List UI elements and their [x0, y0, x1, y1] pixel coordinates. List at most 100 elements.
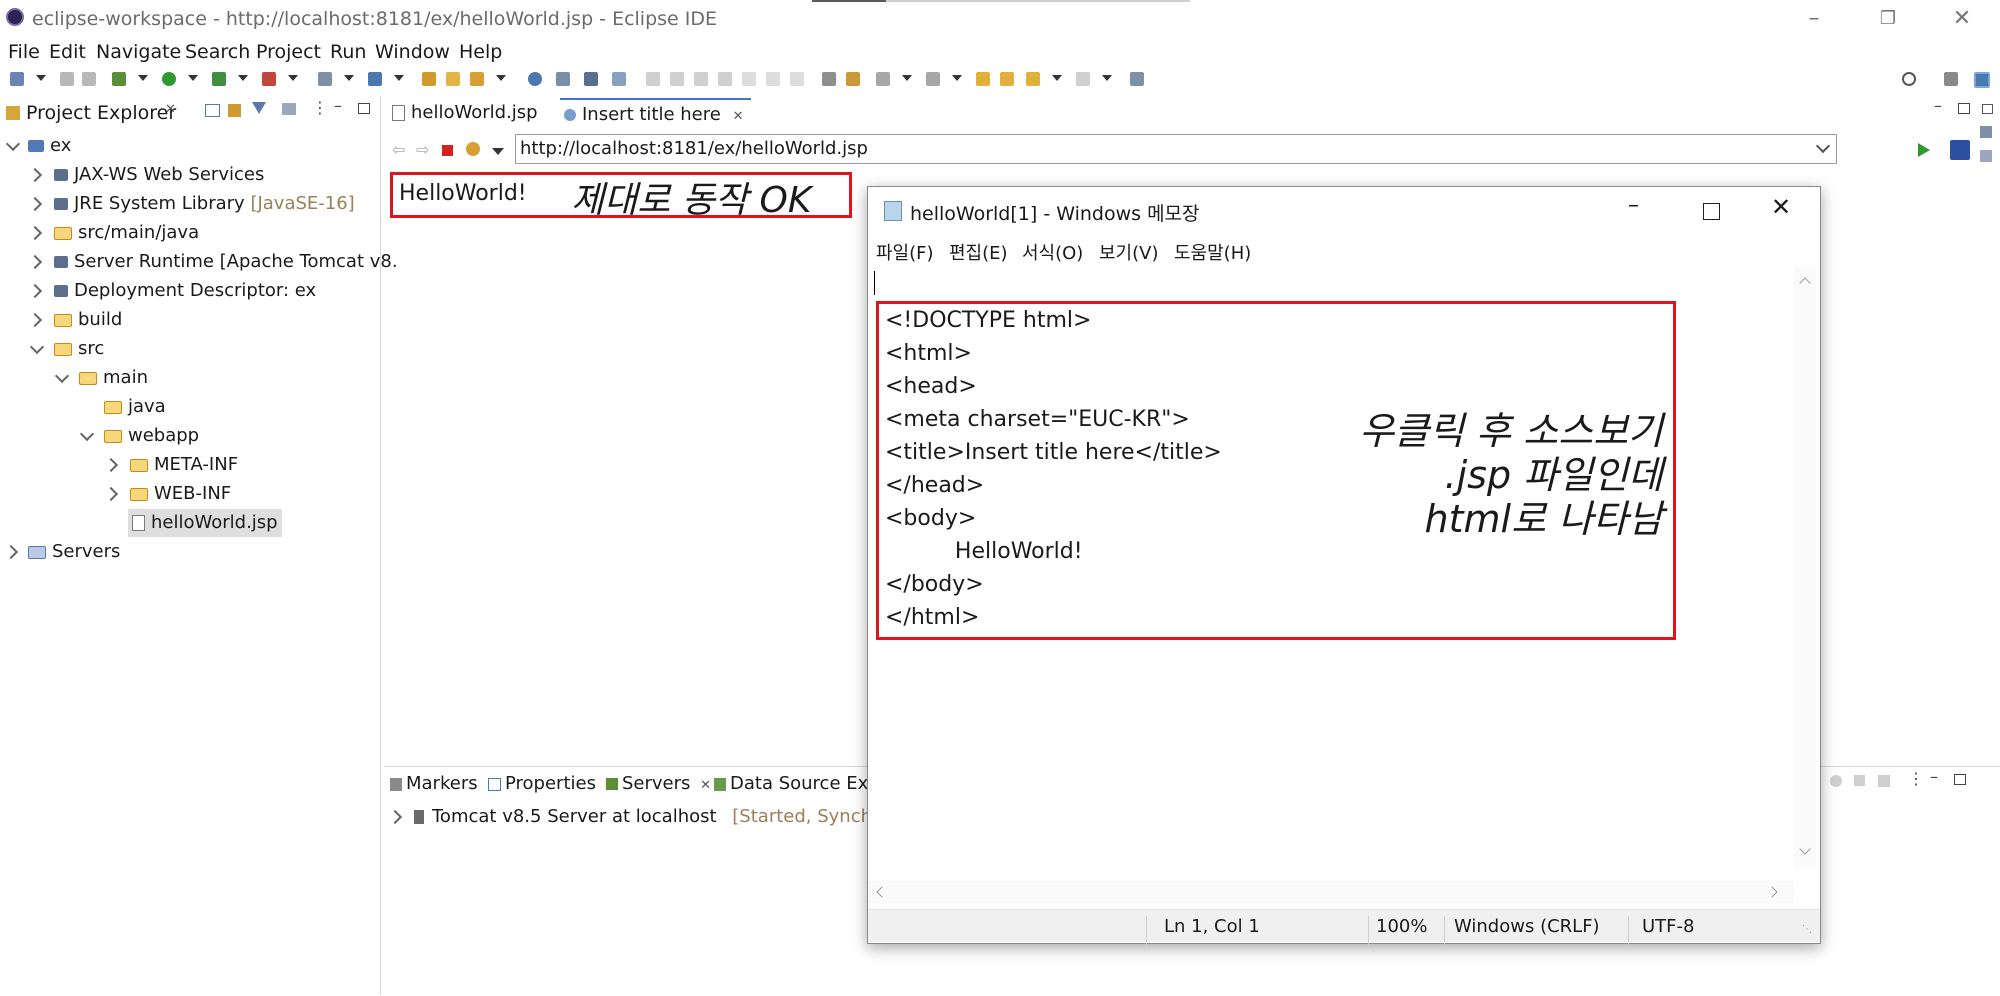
chevron-down-icon[interactable] [492, 148, 504, 155]
save-all-icon[interactable] [82, 72, 96, 86]
step-into-icon[interactable] [742, 72, 756, 86]
chevron-right-icon[interactable] [27, 312, 43, 328]
chevron-down-icon[interactable] [238, 75, 248, 81]
search-toolbar-icon[interactable] [612, 72, 626, 86]
pin-icon[interactable] [1130, 72, 1144, 86]
tools-icon[interactable] [556, 72, 570, 86]
disconnect-icon[interactable] [718, 72, 732, 86]
notepad-menu-format[interactable]: 서식(O) [1022, 239, 1083, 265]
chevron-down-icon[interactable] [36, 75, 46, 81]
coverage-icon[interactable] [212, 72, 226, 86]
chevron-right-icon[interactable] [27, 196, 43, 212]
close-button[interactable]: ✕ [1938, 4, 1986, 34]
chevron-down-icon[interactable] [188, 75, 198, 81]
back-icon[interactable] [1026, 72, 1040, 86]
menu-window[interactable]: Window [375, 41, 450, 63]
publish-icon[interactable] [1878, 775, 1890, 787]
tab-data-source-explorer[interactable]: Data Source Exp [714, 773, 880, 794]
collapse-all-icon[interactable] [205, 104, 220, 117]
open-folder-icon[interactable] [446, 72, 460, 86]
chevron-left-icon[interactable] [876, 886, 888, 898]
more-vertical-icon[interactable]: ⋮ [312, 98, 328, 117]
outline-icon[interactable] [1980, 126, 1992, 138]
menu-search[interactable]: Search [185, 41, 250, 63]
chevron-right-icon[interactable] [3, 544, 19, 560]
minimize-view-icon[interactable]: – [1930, 767, 1938, 786]
tab-markers[interactable]: Markers [390, 773, 478, 794]
forward-icon[interactable]: ⇨ [416, 140, 429, 159]
chevron-right-icon[interactable] [103, 486, 119, 502]
prev-annotation-icon[interactable] [926, 72, 940, 86]
restore-icon[interactable] [1982, 104, 1993, 114]
chevron-down-icon[interactable] [54, 368, 70, 384]
chevron-right-icon[interactable] [1766, 886, 1778, 898]
stop-server-icon[interactable] [1854, 775, 1865, 786]
task-icon[interactable] [822, 72, 836, 86]
chevron-down-icon[interactable] [1102, 75, 1112, 81]
chevron-down-icon[interactable] [1815, 138, 1831, 154]
chevron-right-icon[interactable] [27, 167, 43, 183]
vertical-scrollbar[interactable] [1794, 267, 1816, 867]
notepad-minimize-button[interactable]: – [1628, 193, 1639, 218]
menu-project[interactable]: Project [256, 41, 321, 63]
chevron-down-icon[interactable] [29, 339, 45, 355]
project-explorer-tab[interactable]: Project Explorer ✕ [0, 98, 186, 128]
menu-run[interactable]: Run [330, 41, 366, 63]
chevron-down-icon[interactable] [288, 75, 298, 81]
menu-edit[interactable]: Edit [49, 41, 86, 63]
run-icon[interactable] [162, 72, 176, 86]
java-ee-perspective-icon[interactable] [1974, 72, 1990, 88]
view-menu-icon[interactable] [282, 103, 296, 115]
annotation-icon[interactable] [846, 72, 860, 86]
back-arrow-icon[interactable] [1000, 72, 1014, 86]
launch-icon[interactable] [470, 72, 484, 86]
open-perspective-icon[interactable] [1944, 72, 1958, 86]
restore-button[interactable]: ❐ [1864, 4, 1912, 34]
chevron-down-icon[interactable] [496, 75, 506, 81]
menu-file[interactable]: File [8, 41, 40, 63]
notepad-close-button[interactable]: ✕ [1771, 193, 1791, 221]
step-return-icon[interactable] [790, 72, 804, 86]
notepad-maximize-button[interactable] [1703, 203, 1720, 220]
terminate-icon[interactable] [694, 72, 708, 86]
chevron-down-icon[interactable] [952, 75, 962, 81]
link-editor-icon[interactable] [228, 104, 241, 117]
start-server-icon[interactable] [1830, 775, 1842, 787]
more-vertical-icon[interactable]: ⋮ [1908, 769, 1924, 788]
chevron-up-icon[interactable] [1799, 277, 1811, 289]
tab-servers[interactable]: Servers ✕ [606, 773, 711, 794]
notepad-menu-edit[interactable]: 편집(E) [949, 239, 1008, 265]
chevron-down-icon[interactable] [344, 75, 354, 81]
menu-help[interactable]: Help [459, 41, 502, 63]
globe-icon[interactable] [528, 72, 542, 86]
horizontal-scrollbar[interactable] [868, 881, 1794, 903]
minimize-view-icon[interactable]: – [334, 96, 342, 115]
maximize-view-icon[interactable] [358, 103, 370, 114]
open-type-icon[interactable] [422, 72, 436, 86]
resume-icon[interactable] [646, 72, 660, 86]
refresh-icon[interactable] [466, 142, 480, 156]
task-list-icon[interactable] [1980, 150, 1992, 162]
chevron-right-icon[interactable] [27, 254, 43, 270]
last-edit-icon[interactable] [976, 72, 990, 86]
url-input[interactable]: http://localhost:8181/ex/helloWorld.jsp [515, 134, 1837, 164]
chevron-down-icon[interactable] [79, 426, 95, 442]
chevron-right-icon[interactable] [387, 809, 403, 825]
search-icon[interactable] [1902, 72, 1916, 86]
go-icon[interactable] [1918, 143, 1930, 157]
tab-insert-title-here[interactable]: Insert title here ✕ [560, 98, 752, 130]
chevron-down-icon[interactable] [394, 75, 404, 81]
external-tools-icon[interactable] [262, 72, 276, 86]
notepad-menu-file[interactable]: 파일(F) [876, 239, 934, 265]
chevron-down-icon[interactable] [138, 75, 148, 81]
new-server-icon[interactable] [318, 72, 332, 86]
tab-properties[interactable]: Properties [488, 773, 596, 794]
close-icon[interactable]: ✕ [733, 109, 744, 124]
tab-helloworld-jsp[interactable]: helloWorld.jsp [392, 98, 538, 128]
debug-icon[interactable] [112, 72, 126, 86]
notepad-menu-view[interactable]: 보기(V) [1099, 239, 1158, 265]
stop-icon[interactable] [442, 145, 453, 156]
save-icon[interactable] [60, 72, 74, 86]
chevron-down-icon[interactable] [1052, 75, 1062, 81]
new-class-icon[interactable] [368, 72, 382, 86]
